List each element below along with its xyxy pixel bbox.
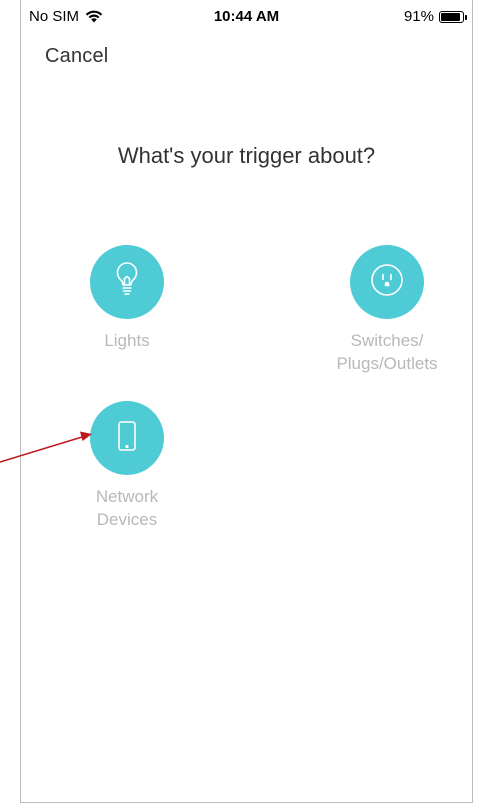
category-lights[interactable]: Lights [42, 245, 212, 352]
category-label-line: Plugs/Outlets [336, 354, 438, 373]
category-label-line: Lights [104, 331, 150, 350]
switches-icon-circle[interactable] [350, 245, 424, 319]
cancel-button[interactable]: Cancel [45, 45, 108, 68]
battery-indicator: 91% [403, 8, 467, 25]
outlet-icon [367, 260, 407, 305]
battery-icon [439, 10, 467, 23]
category-label-line: Devices [96, 510, 158, 529]
category-label: Switches/ Plugs/Outlets [302, 329, 472, 375]
page-title: What's your trigger about? [117, 143, 376, 168]
lightbulb-icon [107, 260, 147, 305]
phone-screen: No SIM 10:44 AM 91% Cancel What's your t… [20, 0, 473, 803]
category-label-line: Switches/ [350, 331, 424, 350]
category-label: Lights [42, 329, 212, 352]
phone-device-icon [107, 416, 147, 461]
battery-percent: 91% [403, 8, 434, 25]
status-bar: No SIM 10:44 AM 91% [21, 0, 472, 34]
category-label: Network Devices [42, 485, 212, 531]
category-switches-plugs-outlets[interactable]: Switches/ Plugs/Outlets [302, 245, 472, 375]
lights-icon-circle[interactable] [90, 245, 164, 319]
network-icon-circle[interactable] [90, 401, 164, 475]
category-label-line: Network [95, 487, 159, 506]
battery-fill [441, 12, 461, 21]
category-network-devices[interactable]: Network Devices [42, 401, 212, 531]
